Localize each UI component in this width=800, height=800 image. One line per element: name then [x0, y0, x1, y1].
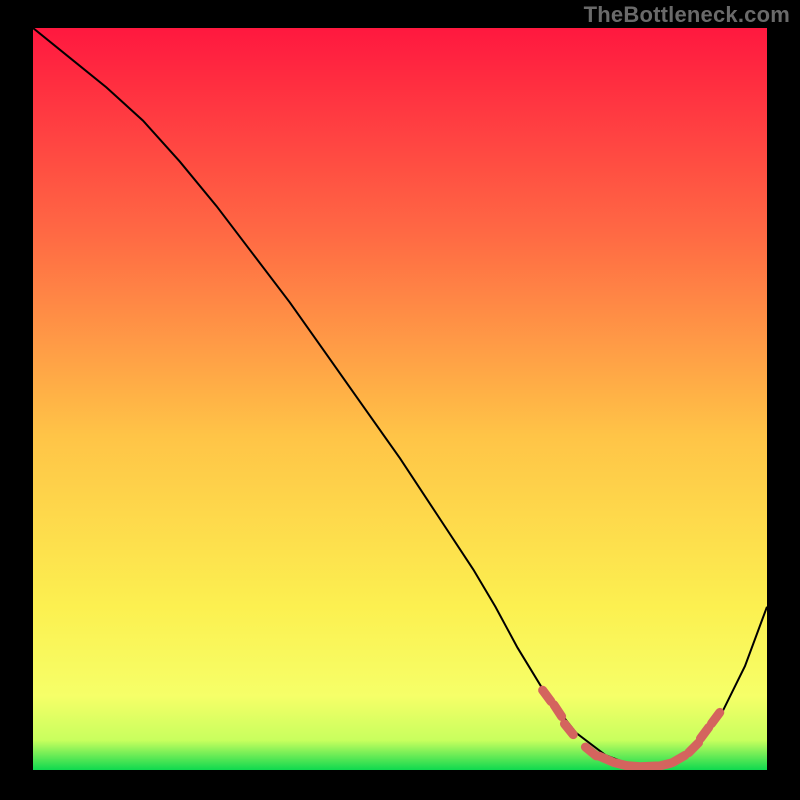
watermark-text: TheBottleneck.com — [584, 2, 790, 28]
gradient-background — [33, 28, 767, 770]
optimal-marker — [673, 755, 685, 762]
bottleneck-chart — [33, 28, 767, 770]
chart-frame: TheBottleneck.com — [0, 0, 800, 800]
plot-area — [33, 28, 767, 770]
